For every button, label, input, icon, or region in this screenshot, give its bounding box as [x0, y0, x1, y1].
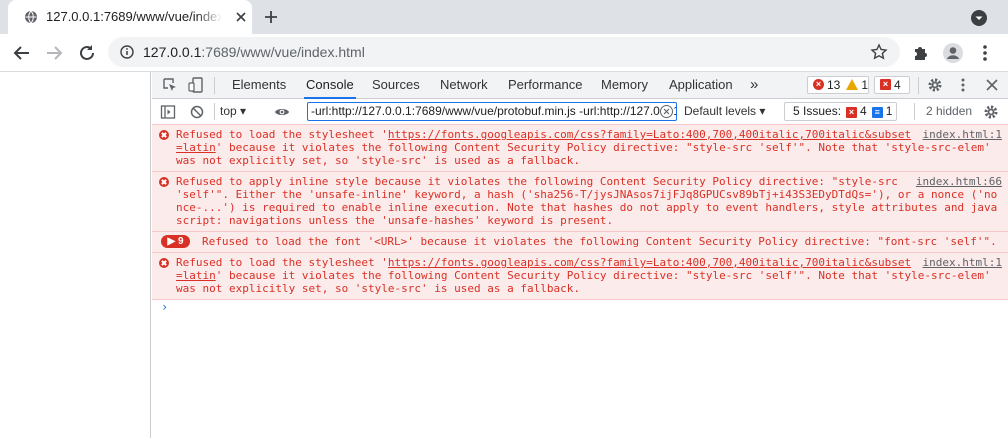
- console-prompt[interactable]: ›: [152, 300, 1008, 318]
- message-text-part: ' because it violates the following Cont…: [176, 269, 998, 295]
- issue-error-icon: ×: [846, 107, 858, 118]
- more-tabs-button[interactable]: »: [748, 72, 760, 99]
- devtools-menu-icon[interactable]: [955, 77, 971, 93]
- settings-icon[interactable]: [927, 77, 943, 93]
- star-icon[interactable]: [870, 43, 888, 61]
- issues-counter[interactable]: × 4: [874, 76, 910, 94]
- clear-console-icon[interactable]: [189, 104, 205, 120]
- toolbar-divider: [214, 103, 215, 120]
- reload-icon[interactable]: [76, 42, 98, 64]
- devtools-tab-bar: Elements Console Sources Network Perform…: [152, 72, 1008, 99]
- tab-title: 127.0.0.1:7689/www/vue/index.html: [46, 9, 222, 24]
- issue-count: 4: [894, 78, 901, 92]
- message-text: Refused to load the stylesheet 'https://…: [176, 128, 997, 167]
- warning-count: 1: [861, 78, 869, 92]
- info-icon[interactable]: [120, 45, 134, 59]
- tab-application[interactable]: Application: [667, 72, 735, 99]
- message-text-part: ' because it violates the following Cont…: [176, 141, 998, 167]
- message-text: Refused to load the stylesheet 'https://…: [176, 256, 997, 295]
- tab-memory[interactable]: Memory: [599, 72, 650, 99]
- forward-icon[interactable]: [43, 42, 65, 64]
- error-icon: [159, 130, 169, 140]
- issues-label: 5 Issues:: [793, 104, 842, 118]
- error-icon: ×: [813, 79, 824, 90]
- issues-info-count: 1: [885, 104, 893, 118]
- tab-elements[interactable]: Elements: [230, 72, 288, 99]
- sidebar-toggle-icon[interactable]: [160, 104, 176, 120]
- message-text: Refused to apply inline style because it…: [176, 175, 998, 227]
- issue-icon: ×: [880, 79, 891, 90]
- issues-error-count: 4: [860, 104, 867, 118]
- clear-filter-icon[interactable]: [660, 105, 673, 118]
- eye-icon[interactable]: [274, 104, 290, 120]
- console-error-message-grouped[interactable]: ▶ 9 Refused to load the font '<URL>' bec…: [152, 231, 1008, 253]
- url-host: 127.0.0.1: [143, 44, 202, 60]
- devtools-panel: Elements Console Sources Network Perform…: [152, 72, 1008, 438]
- address-bar[interactable]: 127.0.0.1:7689/www/vue/index.html: [108, 37, 900, 67]
- extensions-icon[interactable]: [910, 42, 932, 64]
- profile-menu-icon[interactable]: [969, 8, 989, 28]
- context-value: top: [220, 104, 237, 118]
- browser-toolbar: 127.0.0.1:7689/www/vue/index.html: [0, 34, 1008, 72]
- plus-icon[interactable]: [262, 8, 280, 26]
- error-warning-counter[interactable]: × 13 1: [807, 76, 869, 94]
- warning-icon: [846, 79, 859, 90]
- avatar-icon[interactable]: [942, 42, 964, 64]
- url-text[interactable]: 127.0.0.1:7689/www/vue/index.html: [143, 44, 365, 60]
- prompt-chevron-icon: ›: [161, 300, 169, 314]
- close-icon[interactable]: [233, 9, 249, 25]
- url-path: :7689/www/vue/index.html: [201, 44, 365, 60]
- message-source-link[interactable]: index.html:66: [915, 175, 1002, 188]
- chevron-down-icon: ▾: [240, 104, 247, 118]
- message-text: Refused to load the font '<URL>' because…: [202, 235, 997, 248]
- levels-label: Default levels: [684, 104, 757, 118]
- toolbar-divider: [918, 77, 919, 94]
- error-icon: [159, 177, 169, 187]
- device-toggle-icon[interactable]: [188, 77, 204, 93]
- console-error-message[interactable]: index.html:1 Refused to load the stylesh…: [152, 252, 1008, 300]
- console-filter-input[interactable]: -url:http://127.0.0.1:7689/www/vue/proto…: [307, 102, 677, 121]
- console-messages: index.html:1 Refused to load the stylesh…: [152, 124, 1008, 318]
- hidden-messages-count: 2 hidden: [926, 104, 973, 118]
- inspect-icon[interactable]: [162, 77, 178, 93]
- message-source-link[interactable]: index.html:1: [922, 128, 1002, 141]
- globe-icon: [25, 10, 37, 24]
- kebab-menu-icon[interactable]: [974, 42, 996, 64]
- close-devtools-icon[interactable]: [984, 77, 1000, 93]
- back-icon[interactable]: [11, 42, 33, 64]
- issue-info-icon: ≡: [871, 107, 883, 118]
- context-select[interactable]: top ▾: [220, 99, 246, 124]
- chevron-down-icon: ▾: [759, 104, 766, 118]
- filter-value: -url:http://127.0.0.1:7689/www/vue/proto…: [311, 104, 676, 118]
- message-source-link[interactable]: index.html:1: [922, 256, 1002, 269]
- error-count: 13: [827, 78, 841, 92]
- error-icon: [159, 258, 169, 268]
- toolbar-divider: [914, 103, 915, 120]
- message-text-part: Refused to load the stylesheet ': [176, 256, 388, 269]
- tab-performance[interactable]: Performance: [506, 72, 584, 99]
- console-error-message[interactable]: index.html:1 Refused to load the stylesh…: [152, 124, 1008, 172]
- tab-strip: 127.0.0.1:7689/www/vue/index.html: [0, 0, 1008, 34]
- console-filter-bar: top ▾ -url:http://127.0.0.1:7689/www/vue…: [152, 99, 1008, 125]
- issues-button[interactable]: 5 Issues: × 4 ≡ 1: [784, 102, 898, 121]
- repeat-count: 9: [177, 236, 184, 247]
- console-error-message[interactable]: index.html:66 Refused to apply inline st…: [152, 171, 1008, 232]
- tab-network[interactable]: Network: [438, 72, 490, 99]
- toolbar-divider: [214, 77, 215, 94]
- console-settings-icon[interactable]: [983, 104, 999, 120]
- log-levels-dropdown[interactable]: Default levels ▾: [684, 99, 765, 124]
- tab-sources[interactable]: Sources: [370, 72, 422, 99]
- repeat-count-badge: ▶ 9: [161, 235, 190, 248]
- tab-console[interactable]: Console: [304, 72, 356, 99]
- page-viewport: [0, 72, 151, 438]
- browser-tab[interactable]: 127.0.0.1:7689/www/vue/index.html: [8, 0, 252, 34]
- message-text-part: Refused to load the stylesheet ': [176, 128, 388, 141]
